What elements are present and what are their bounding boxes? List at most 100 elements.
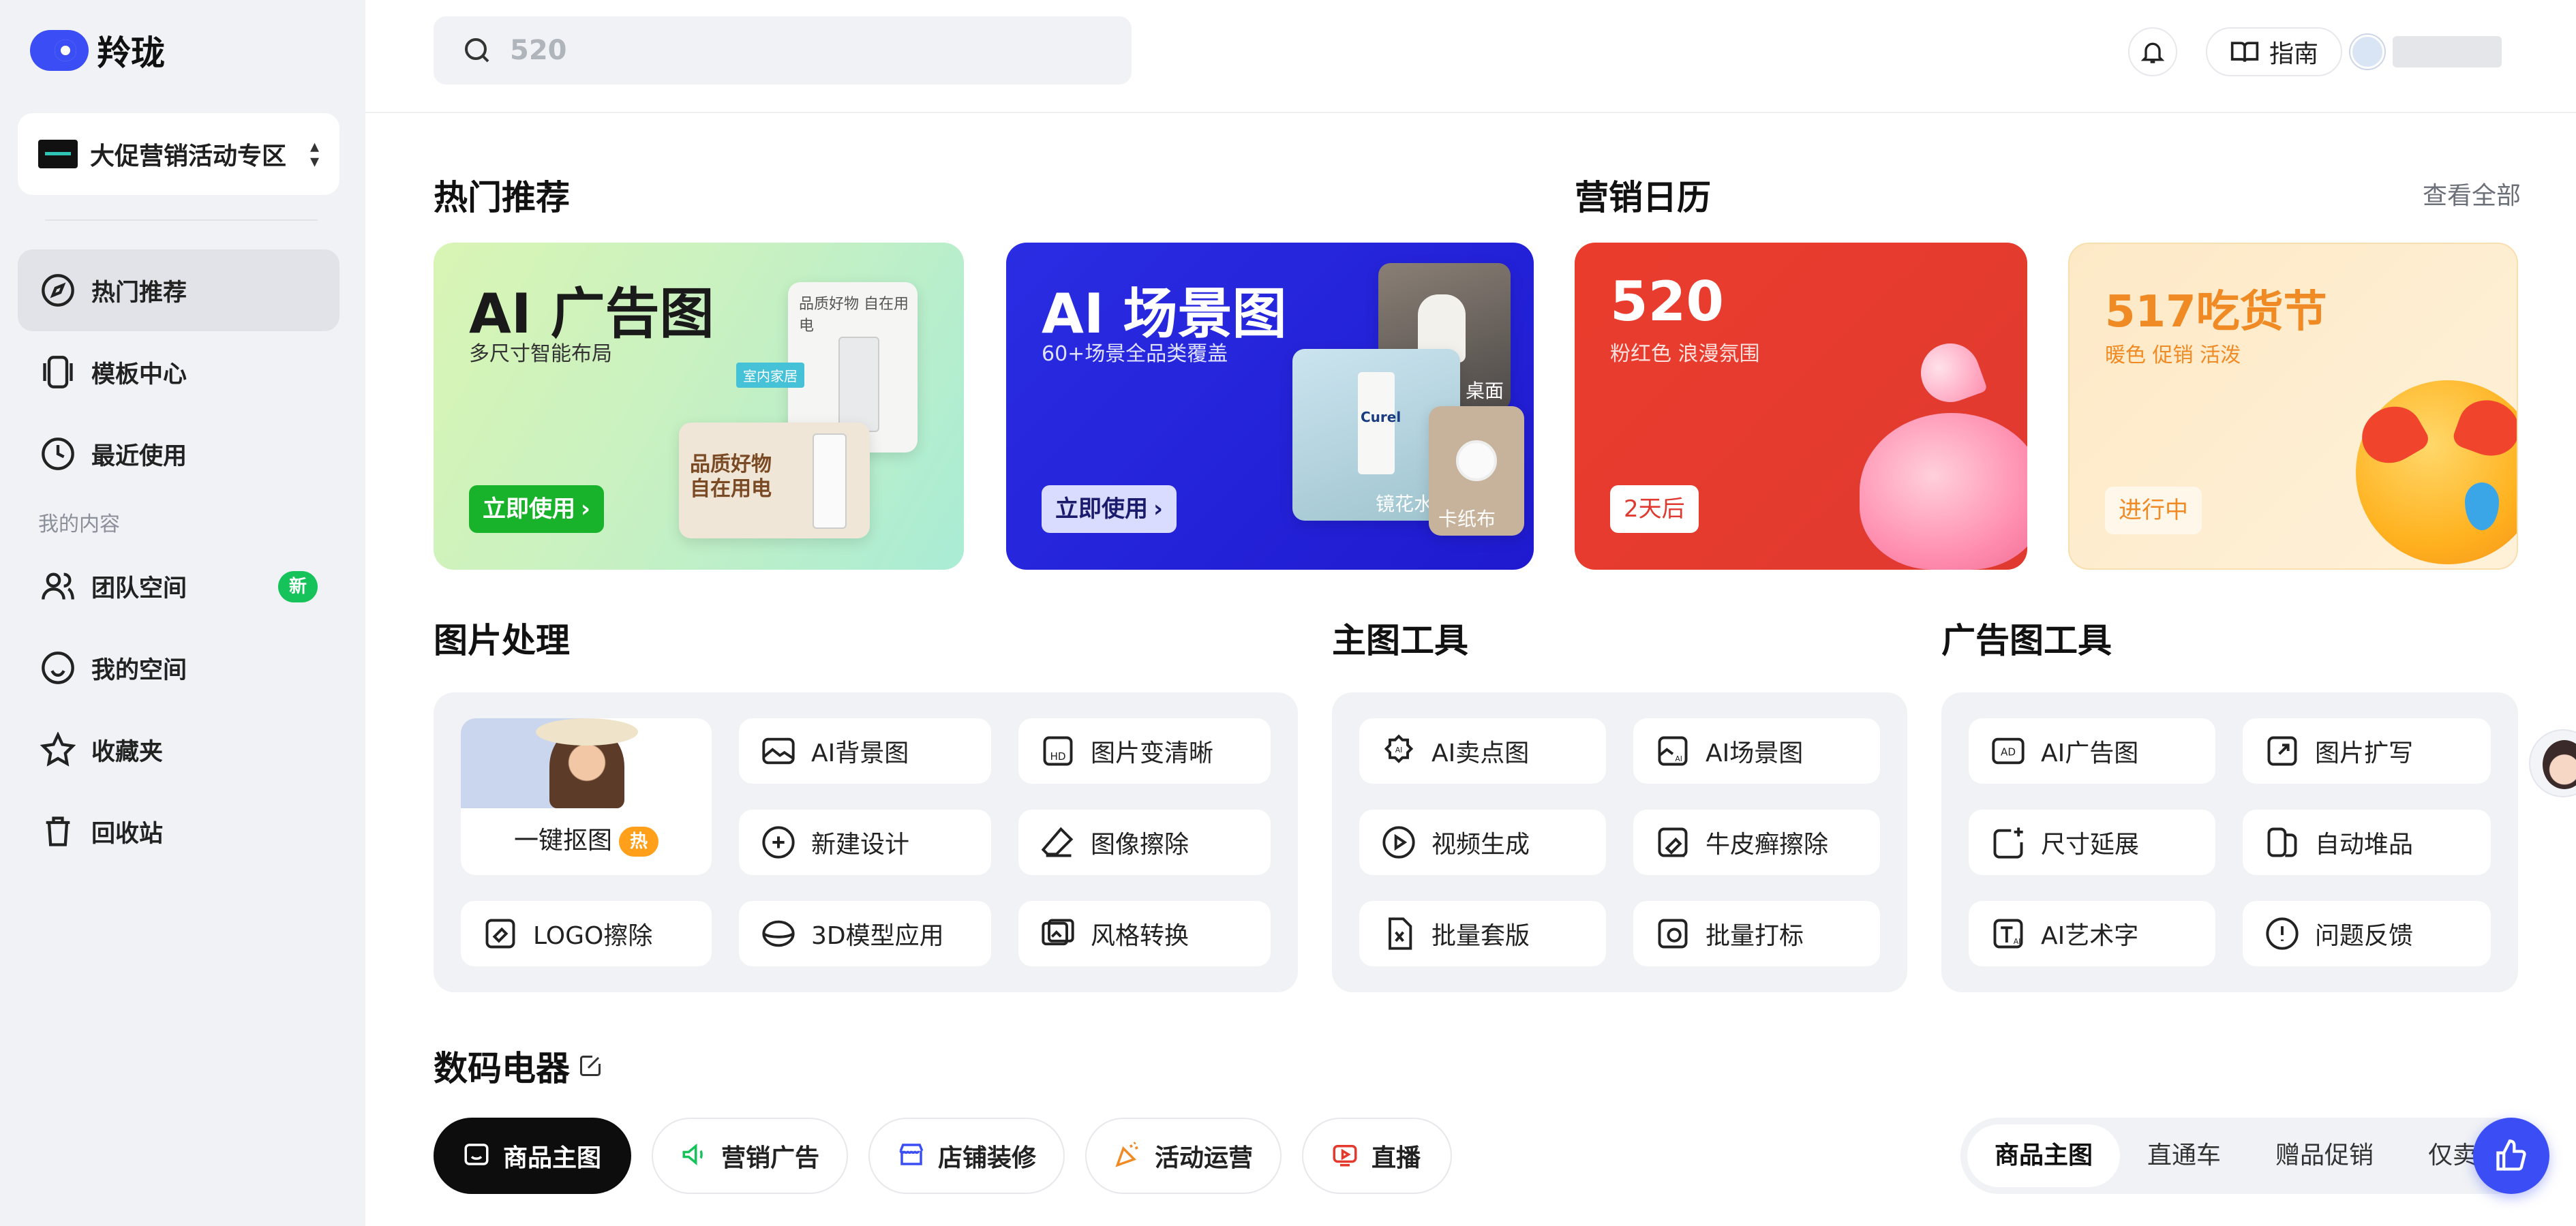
hd-icon: HD [1039,732,1077,770]
tool-size-extend[interactable]: 尺寸延展 [1969,810,2215,875]
tool-auto-stack[interactable]: 自动堆品 [2243,810,2491,875]
cutout-preview-image [461,718,712,808]
tool-ai-scene[interactable]: AI AI场景图 [1633,718,1880,784]
tool-3d-model[interactable]: 3D模型应用 [739,901,991,966]
category-pill-main-image[interactable]: 商品主图 [434,1118,631,1194]
auto-stack-icon [2263,823,2301,861]
product-card-text: 品质好物 自在用电 [799,296,909,335]
tool-enhance[interactable]: HD 图片变清晰 [1018,718,1271,784]
tool-ai-art-text[interactable]: AI AI艺术字 [1969,901,2215,966]
chevron-up-down-icon: ▴ ▾ [309,136,319,172]
tool-label: AI广告图 [2041,739,2139,767]
party-icon [1114,1140,1142,1171]
use-now-label: 立即使用 [1055,495,1148,523]
category-pill-live[interactable]: 直播 [1302,1118,1452,1194]
tool-logo-erase[interactable]: LOGO擦除 [461,901,712,966]
search-input[interactable]: 520 [434,16,1132,85]
sidebar-item-trash[interactable]: 回收站 [18,791,339,872]
clock-icon [38,434,78,474]
guide-button[interactable]: 指南 [2206,27,2342,76]
tool-image-expand[interactable]: 图片扩写 [2243,718,2491,784]
banner-subtitle: 多尺寸智能布局 [469,342,612,366]
banner-title: 520 [1610,270,1724,333]
app-logo[interactable]: 羚珑 [30,26,165,75]
banner-517[interactable]: 517吃货节 暖色 促销 活泼 进行中 [2068,243,2518,570]
tool-label: 自动堆品 [2315,831,2414,859]
category-title: 数码电器 [434,1049,570,1088]
template-icon [38,352,78,392]
3d-model-icon [759,915,798,953]
like-feedback-button[interactable] [2473,1118,2549,1194]
trash-icon [38,812,78,851]
chevron-right-icon: › [581,495,591,523]
assistant-avatar[interactable] [2529,729,2576,797]
sidebar-item-favorites[interactable]: 收藏夹 [18,709,339,791]
tool-label: AI背景图 [811,739,909,767]
user-menu[interactable] [2350,27,2514,76]
banner-ai-ad[interactable]: AI 广告图 多尺寸智能布局 品质好物 自在用电 室内家居 品质好物 自在用电 … [434,243,964,570]
bell-icon [2140,42,2165,63]
space-selector[interactable]: 大促营销活动专区 ▴ ▾ [18,113,339,195]
eraser-icon [1039,823,1077,861]
pill-label: 店铺装修 [938,1144,1037,1172]
banner-ai-scene[interactable]: AI 场景图 60+场景全品类覆盖 桌面 Curel 镜花水月 卡纸布 立即使用… [1006,243,1534,570]
use-now-button[interactable]: 立即使用 › [1042,485,1177,533]
main-tools-panel: AI AI卖点图 AI AI场景图 视频生成 牛皮癣擦除 批量套版 批量打标 [1332,692,1907,992]
segment-item-gift-promo[interactable]: 赠品促销 [2248,1124,2401,1187]
cutout-tool[interactable]: 一键抠图热 [461,718,712,875]
tool-ai-background[interactable]: AI背景图 [739,718,991,784]
scene-tag: 卡纸布 [1438,508,1496,530]
product-label: Curel [1361,409,1401,425]
sidebar-item-templates[interactable]: 模板中心 [18,331,339,413]
tool-label: 图片扩写 [2315,739,2414,767]
sidebar-item-team[interactable]: 团队空间 新 [18,545,339,627]
style-transfer-icon [1039,915,1077,953]
svg-text:AI: AI [2014,937,2021,946]
tool-psoriasis-erase[interactable]: 牛皮癣擦除 [1633,810,1880,875]
tool-label: AI艺术字 [2041,922,2139,950]
tool-batch-tag[interactable]: 批量打标 [1633,901,1880,966]
category-pill-campaign[interactable]: 活动运营 [1085,1118,1282,1194]
tool-feedback[interactable]: 问题反馈 [2243,901,2491,966]
resize-icon [1989,823,2027,861]
cutout-label: 一键抠图 [513,827,612,855]
smile-icon [38,648,78,688]
ai-selling-icon: AI [1380,732,1418,770]
tool-batch-template[interactable]: 批量套版 [1359,901,1606,966]
segment-item-main[interactable]: 商品主图 [1967,1124,2121,1187]
sidebar-item-recent[interactable]: 最近使用 [18,413,339,495]
plus-circle-icon [759,823,798,861]
tool-image-erase[interactable]: 图像擦除 [1018,810,1271,875]
book-icon [2230,42,2259,63]
sidebar-item-label: 热门推荐 [91,279,187,307]
tool-label: 尺寸延展 [2041,831,2140,859]
edit-icon[interactable] [578,1054,603,1081]
category-tag: 室内家居 [736,363,804,388]
sidebar: 羚珑 大促营销活动专区 ▴ ▾ 热门推荐 模板中心 最近使用 我的内容 团队空间 … [0,0,365,1226]
tool-style-transfer[interactable]: 风格转换 [1018,901,1271,966]
see-all-link[interactable]: 查看全部 [2423,176,2521,211]
tool-new-design[interactable]: 新建设计 [739,810,991,875]
tool-ai-selling-point[interactable]: AI AI卖点图 [1359,718,1606,784]
segment-item-zhitongche[interactable]: 直通车 [2120,1124,2248,1187]
team-icon [38,566,78,606]
sidebar-item-my-space[interactable]: 我的空间 [18,627,339,709]
sidebar-item-hot[interactable]: 热门推荐 [18,249,339,331]
tool-video-generate[interactable]: 视频生成 [1359,810,1606,875]
tool-label: AI场景图 [1706,739,1804,767]
tool-label: AI卖点图 [1431,739,1530,767]
countdown-badge: 2天后 [1610,485,1699,533]
gift-box-heart-image [1860,413,2027,570]
user-name-blurred [2393,36,2502,67]
category-pill-marketing[interactable]: 营销广告 [652,1118,848,1194]
section-title-image-processing: 图片处理 [434,621,570,660]
store-icon [897,1140,926,1171]
tool-label: 批量套版 [1431,922,1530,950]
category-pill-store-decor[interactable]: 店铺装修 [868,1118,1065,1194]
tool-label: 批量打标 [1706,922,1804,950]
banner-520[interactable]: 520 粉红色 浪漫氛围 2天后 [1575,243,2027,570]
video-icon [1380,823,1418,861]
use-now-button[interactable]: 立即使用 › [469,485,605,533]
tool-ai-ad[interactable]: AD AI广告图 [1969,718,2215,784]
notifications-button[interactable] [2128,27,2177,76]
